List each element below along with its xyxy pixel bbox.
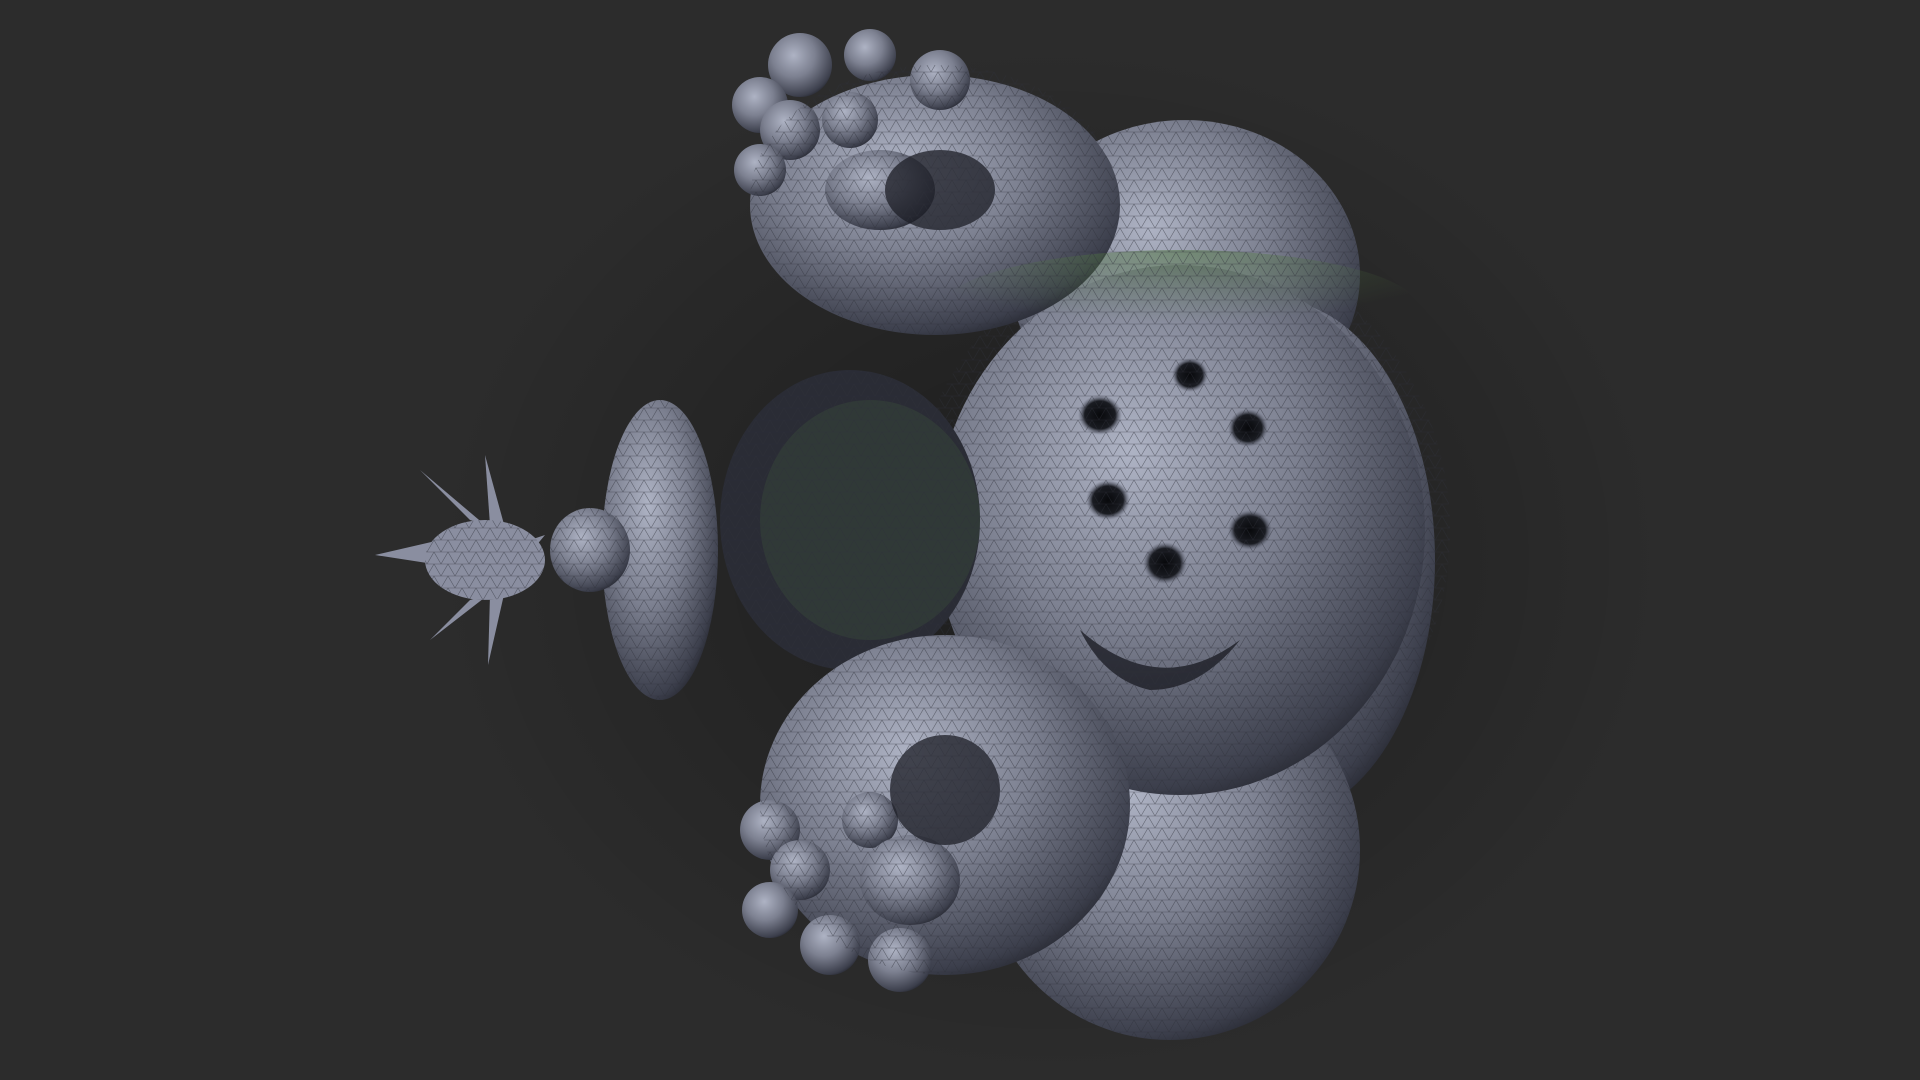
fractal-mesh-render	[375, 29, 1670, 1080]
3d-viewport[interactable]	[0, 0, 1920, 1080]
